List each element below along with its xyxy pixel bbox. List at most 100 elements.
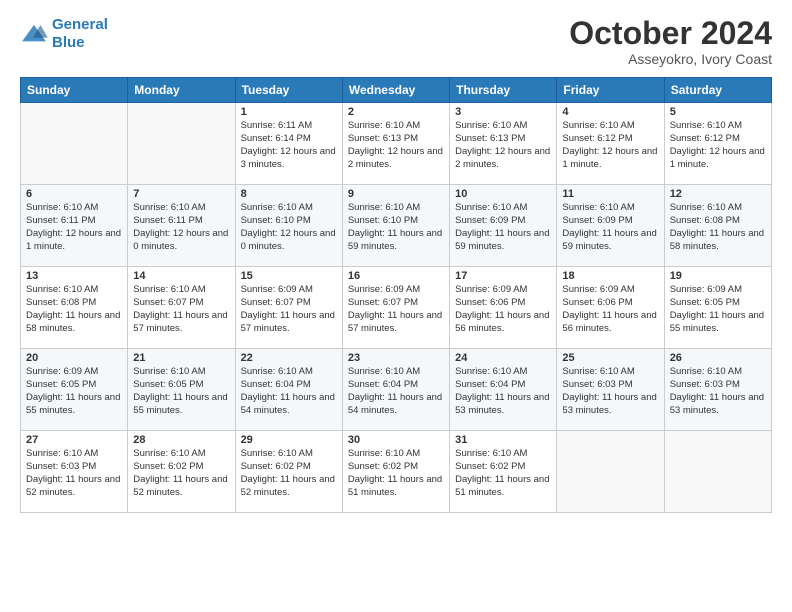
day-number: 4 xyxy=(562,106,658,118)
weekday-row: Sunday Monday Tuesday Wednesday Thursday… xyxy=(21,78,772,103)
calendar-week-1: 1 Sunrise: 6:11 AMSunset: 6:14 PMDaylight… xyxy=(21,103,772,185)
calendar-cell: 9Sunrise: 6:10 AMSunset: 6:10 PMDaylight… xyxy=(342,185,449,267)
day-info: Sunrise: 6:10 AMSunset: 6:09 PMDaylight:… xyxy=(562,202,658,253)
location-subtitle: Asseyokro, Ivory Coast xyxy=(569,51,772,67)
calendar-cell: 13 Sunrise: 6:10 AMSunset: 6:08 PMDayligh… xyxy=(21,267,128,349)
col-thursday: Thursday xyxy=(450,78,557,103)
day-info: Sunrise: 6:10 AMSunset: 6:12 PMDaylight:… xyxy=(562,120,658,171)
col-monday: Monday xyxy=(128,78,235,103)
day-info: Sunrise: 6:10 AMSunset: 6:13 PMDaylight:… xyxy=(348,120,444,171)
day-info: Sunrise: 6:10 AMSunset: 6:04 PMDaylight:… xyxy=(348,366,444,417)
day-number: 3 xyxy=(455,106,551,118)
day-number: 27 xyxy=(26,434,122,446)
day-number: 30 xyxy=(348,434,444,446)
calendar-cell: 3 Sunrise: 6:10 AMSunset: 6:13 PMDaylight… xyxy=(450,103,557,185)
day-number: 25 xyxy=(562,352,658,364)
day-info: Sunrise: 6:10 AMSunset: 6:12 PMDaylight:… xyxy=(670,120,766,171)
day-number: 26 xyxy=(670,352,766,364)
day-info: Sunrise: 6:10 AMSunset: 6:10 PMDaylight:… xyxy=(348,202,444,253)
calendar-cell: 31Sunrise: 6:10 AMSunset: 6:02 PMDayligh… xyxy=(450,431,557,513)
day-number: 23 xyxy=(348,352,444,364)
day-info: Sunrise: 6:10 AMSunset: 6:04 PMDaylight:… xyxy=(241,366,337,417)
calendar-cell: 5 Sunrise: 6:10 AMSunset: 6:12 PMDaylight… xyxy=(664,103,771,185)
calendar-cell: 24 Sunrise: 6:10 AMSunset: 6:04 PMDayligh… xyxy=(450,349,557,431)
logo-general: General xyxy=(52,16,108,33)
day-number: 10 xyxy=(455,188,551,200)
day-info: Sunrise: 6:10 AMSunset: 6:08 PMDaylight:… xyxy=(26,284,122,335)
month-title: October 2024 xyxy=(569,16,772,51)
day-info: Sunrise: 6:09 AMSunset: 6:07 PMDaylight:… xyxy=(348,284,444,335)
day-info: Sunrise: 6:10 AMSunset: 6:03 PMDaylight:… xyxy=(562,366,658,417)
day-number: 2 xyxy=(348,106,444,118)
day-number: 5 xyxy=(670,106,766,118)
day-number: 20 xyxy=(26,352,122,364)
day-info: Sunrise: 6:09 AMSunset: 6:06 PMDaylight:… xyxy=(562,284,658,335)
calendar-cell: 6Sunrise: 6:10 AMSunset: 6:11 PMDaylight… xyxy=(21,185,128,267)
day-info: Sunrise: 6:09 AMSunset: 6:07 PMDaylight:… xyxy=(241,284,337,335)
calendar-cell: 8 Sunrise: 6:10 AMSunset: 6:10 PMDaylight… xyxy=(235,185,342,267)
calendar-cell: 12Sunrise: 6:10 AMSunset: 6:08 PMDayligh… xyxy=(664,185,771,267)
calendar-cell: 1 Sunrise: 6:11 AMSunset: 6:14 PMDaylight… xyxy=(235,103,342,185)
header: General Blue October 2024 Asseyokro, Ivo… xyxy=(20,16,772,67)
day-info: Sunrise: 6:10 AMSunset: 6:11 PMDaylight:… xyxy=(133,202,229,253)
day-number: 7 xyxy=(133,188,229,200)
calendar-cell: 20Sunrise: 6:09 AMSunset: 6:05 PMDayligh… xyxy=(21,349,128,431)
day-number: 31 xyxy=(455,434,551,446)
day-number: 8 xyxy=(241,188,337,200)
calendar-cell: 18 Sunrise: 6:09 AMSunset: 6:06 PMDayligh… xyxy=(557,267,664,349)
day-info: Sunrise: 6:10 AMSunset: 6:04 PMDaylight:… xyxy=(455,366,551,417)
day-info: Sunrise: 6:10 AMSunset: 6:09 PMDaylight:… xyxy=(455,202,551,253)
calendar-cell xyxy=(557,431,664,513)
calendar-cell: 15Sunrise: 6:09 AMSunset: 6:07 PMDayligh… xyxy=(235,267,342,349)
calendar-cell: 2 Sunrise: 6:10 AMSunset: 6:13 PMDaylight… xyxy=(342,103,449,185)
page: General Blue October 2024 Asseyokro, Ivo… xyxy=(0,0,792,612)
day-info: Sunrise: 6:09 AMSunset: 6:05 PMDaylight:… xyxy=(670,284,766,335)
calendar-cell: 19 Sunrise: 6:09 AMSunset: 6:05 PMDayligh… xyxy=(664,267,771,349)
calendar-header: Sunday Monday Tuesday Wednesday Thursday… xyxy=(21,78,772,103)
day-info: Sunrise: 6:10 AMSunset: 6:03 PMDaylight:… xyxy=(26,448,122,499)
calendar-cell: 16 Sunrise: 6:09 AMSunset: 6:07 PMDayligh… xyxy=(342,267,449,349)
day-number: 17 xyxy=(455,270,551,282)
calendar-cell: 29Sunrise: 6:10 AMSunset: 6:02 PMDayligh… xyxy=(235,431,342,513)
day-number: 11 xyxy=(562,188,658,200)
day-info: Sunrise: 6:11 AMSunset: 6:14 PMDaylight:… xyxy=(241,120,337,171)
calendar-week-4: 20Sunrise: 6:09 AMSunset: 6:05 PMDayligh… xyxy=(21,349,772,431)
title-block: October 2024 Asseyokro, Ivory Coast xyxy=(569,16,772,67)
logo-blue: Blue xyxy=(52,34,85,51)
calendar-cell: 30 Sunrise: 6:10 AMSunset: 6:02 PMDayligh… xyxy=(342,431,449,513)
col-tuesday: Tuesday xyxy=(235,78,342,103)
day-number: 28 xyxy=(133,434,229,446)
day-info: Sunrise: 6:10 AMSunset: 6:10 PMDaylight:… xyxy=(241,202,337,253)
day-number: 24 xyxy=(455,352,551,364)
calendar-cell: 17 Sunrise: 6:09 AMSunset: 6:06 PMDayligh… xyxy=(450,267,557,349)
day-number: 22 xyxy=(241,352,337,364)
calendar-body: 1 Sunrise: 6:11 AMSunset: 6:14 PMDaylight… xyxy=(21,103,772,513)
col-saturday: Saturday xyxy=(664,78,771,103)
calendar-cell: 25 Sunrise: 6:10 AMSunset: 6:03 PMDayligh… xyxy=(557,349,664,431)
col-sunday: Sunday xyxy=(21,78,128,103)
col-friday: Friday xyxy=(557,78,664,103)
calendar-cell xyxy=(21,103,128,185)
calendar-cell xyxy=(664,431,771,513)
day-number: 21 xyxy=(133,352,229,364)
calendar-cell: 11 Sunrise: 6:10 AMSunset: 6:09 PMDayligh… xyxy=(557,185,664,267)
day-info: Sunrise: 6:10 AMSunset: 6:13 PMDaylight:… xyxy=(455,120,551,171)
day-info: Sunrise: 6:10 AMSunset: 6:02 PMDaylight:… xyxy=(133,448,229,499)
calendar-week-3: 13 Sunrise: 6:10 AMSunset: 6:08 PMDayligh… xyxy=(21,267,772,349)
logo-text: General Blue xyxy=(52,16,108,52)
day-number: 13 xyxy=(26,270,122,282)
day-number: 19 xyxy=(670,270,766,282)
day-number: 29 xyxy=(241,434,337,446)
day-number: 16 xyxy=(348,270,444,282)
day-info: Sunrise: 6:10 AMSunset: 6:05 PMDaylight:… xyxy=(133,366,229,417)
day-info: Sunrise: 6:09 AMSunset: 6:06 PMDaylight:… xyxy=(455,284,551,335)
calendar-cell: 7 Sunrise: 6:10 AMSunset: 6:11 PMDaylight… xyxy=(128,185,235,267)
calendar-cell: 22 Sunrise: 6:10 AMSunset: 6:04 PMDayligh… xyxy=(235,349,342,431)
day-number: 1 xyxy=(241,106,337,118)
calendar-table: Sunday Monday Tuesday Wednesday Thursday… xyxy=(20,77,772,513)
calendar-cell xyxy=(128,103,235,185)
day-number: 18 xyxy=(562,270,658,282)
day-number: 14 xyxy=(133,270,229,282)
calendar-cell: 4 Sunrise: 6:10 AMSunset: 6:12 PMDaylight… xyxy=(557,103,664,185)
day-info: Sunrise: 6:10 AMSunset: 6:02 PMDaylight:… xyxy=(348,448,444,499)
